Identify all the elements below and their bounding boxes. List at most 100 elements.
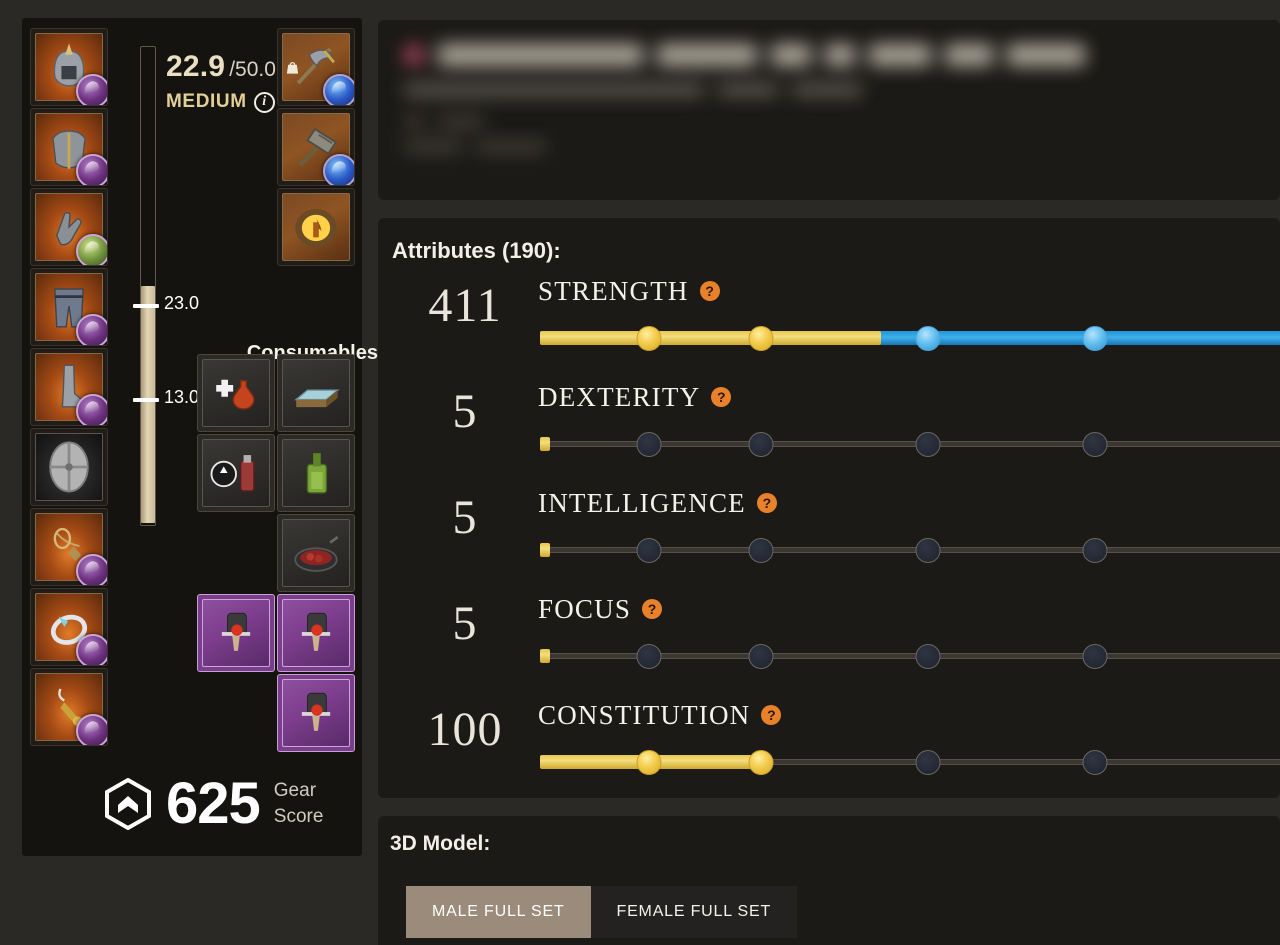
slot-shield[interactable] — [30, 428, 108, 506]
attribute-constitution-slider[interactable] — [538, 744, 1280, 780]
tab-male-full-set[interactable]: MALE FULL SET — [406, 886, 591, 938]
slot-art-tonic — [202, 439, 270, 507]
attribute-focus-node-3[interactable] — [915, 644, 940, 669]
blurred-meta-row-2 — [404, 141, 1254, 152]
attribute-constitution-help-icon[interactable]: ? — [761, 705, 781, 725]
weight-tick-0 — [133, 304, 159, 308]
gem-badge-purple[interactable] — [76, 314, 108, 346]
weight-summary: 22.9 /50.0 MEDIUM i — [166, 50, 300, 113]
attribute-dexterity-node-2[interactable] — [748, 432, 773, 457]
attribute-intelligence-node-2[interactable] — [748, 538, 773, 563]
attribute-strength-label-row: STRENGTH? — [538, 274, 1280, 308]
attribute-intelligence-node-4[interactable] — [1082, 538, 1107, 563]
attribute-constitution-node-3[interactable] — [915, 750, 940, 775]
attribute-constitution-node-2[interactable] — [748, 750, 773, 775]
slot-art-trophy — [202, 599, 270, 667]
attribute-dexterity-node-3[interactable] — [915, 432, 940, 457]
attribute-intelligence-node-3[interactable] — [915, 538, 940, 563]
attribute-intelligence-help-icon[interactable]: ? — [757, 493, 777, 513]
info-icon[interactable]: i — [254, 92, 275, 113]
weight-icon — [285, 61, 300, 81]
gem-badge-purple[interactable] — [76, 154, 108, 186]
weight-tick-label-1: 13.0 — [164, 388, 199, 406]
attribute-dexterity-label-row: DEXTERITY? — [538, 380, 1280, 414]
attribute-intelligence-label: INTELLIGENCE — [538, 488, 746, 519]
slot-ring[interactable] — [30, 588, 108, 666]
attribute-focus-node-2[interactable] — [748, 644, 773, 669]
gem-badge-purple[interactable] — [76, 394, 108, 426]
hexagon-gearscore-icon — [104, 778, 152, 830]
slot-weapon-tertiary[interactable] — [277, 188, 355, 266]
attribute-strength-node-3[interactable] — [915, 326, 940, 351]
slot-helmet[interactable] — [30, 28, 108, 106]
slot-art-whetstone — [282, 359, 350, 427]
attribute-strength-help-icon[interactable]: ? — [700, 281, 720, 301]
attribute-intelligence-slider[interactable] — [538, 532, 1280, 568]
attribute-focus-slider[interactable] — [538, 638, 1280, 674]
model-title: 3D Model: — [390, 832, 490, 856]
gem-badge-purple[interactable] — [76, 554, 108, 586]
attributes-panel: Attributes (190): 411STRENGTH?5DEXTERITY… — [378, 218, 1280, 798]
slot-amulet[interactable] — [30, 508, 108, 586]
attribute-constitution-node-4[interactable] — [1082, 750, 1107, 775]
attribute-intelligence-body: INTELLIGENCE? — [538, 486, 1280, 568]
gem-badge-blue[interactable] — [323, 154, 355, 186]
slot-trophy-3[interactable] — [277, 674, 355, 752]
gem-badge-purple[interactable] — [76, 714, 108, 746]
attribute-strength-slider[interactable] — [538, 320, 1280, 356]
weight-max: /50.0 — [229, 58, 276, 82]
slot-gloves[interactable] — [30, 188, 108, 266]
gem-badge-green[interactable] — [76, 234, 108, 266]
gem-badge-purple[interactable] — [76, 74, 108, 106]
slot-trophy-2[interactable] — [277, 594, 355, 672]
weight-current: 22.9 — [166, 50, 225, 84]
weight-tick-label-0: 23.0 — [164, 294, 199, 312]
weight-class-label: MEDIUM — [166, 91, 247, 113]
attribute-focus-value: 5 — [400, 600, 530, 648]
model-panel: 3D Model: MALE FULL SETFEMALE FULL SET — [378, 816, 1280, 945]
slot-earring[interactable] — [30, 668, 108, 746]
consumable-tonic[interactable] — [197, 434, 275, 512]
consumable-health-potion[interactable] — [197, 354, 275, 432]
attribute-strength-label: STRENGTH — [538, 276, 689, 307]
slider-fill-gold — [540, 437, 550, 451]
attribute-intelligence-node-1[interactable] — [637, 538, 662, 563]
build-header-blurred — [378, 20, 1280, 200]
attribute-strength-node-1[interactable] — [637, 326, 662, 351]
weight-bar: 23.013.0 — [138, 46, 160, 526]
attribute-strength-node-2[interactable] — [748, 326, 773, 351]
attribute-strength: 411STRENGTH? — [378, 274, 1280, 380]
attribute-constitution-node-1[interactable] — [637, 750, 662, 775]
attribute-dexterity-slider[interactable] — [538, 426, 1280, 462]
attribute-strength-node-4[interactable] — [1082, 326, 1107, 351]
slot-boots[interactable] — [30, 348, 108, 426]
attribute-focus-node-1[interactable] — [637, 644, 662, 669]
attribute-focus-node-4[interactable] — [1082, 644, 1107, 669]
consumable-oil[interactable] — [277, 434, 355, 512]
gear-panel: 23.013.0 22.9 /50.0 MEDIUM i Consumables — [22, 18, 362, 856]
attribute-dexterity-node-1[interactable] — [637, 432, 662, 457]
consumable-food[interactable] — [277, 514, 355, 592]
slot-weapon-secondary[interactable] — [277, 108, 355, 186]
consumable-whetstone[interactable] — [277, 354, 355, 432]
blurred-meta-row-1 — [404, 116, 1254, 127]
slot-trophy-1[interactable] — [197, 594, 275, 672]
slider-fill-gold — [540, 331, 881, 345]
attribute-dexterity-help-icon[interactable]: ? — [711, 387, 731, 407]
tab-female-full-set[interactable]: FEMALE FULL SET — [591, 886, 798, 938]
attribute-constitution-label-row: CONSTITUTION? — [538, 698, 1280, 732]
slot-art-trophy — [282, 599, 350, 667]
slot-pants[interactable] — [30, 268, 108, 346]
attribute-dexterity-node-4[interactable] — [1082, 432, 1107, 457]
attribute-intelligence-label-row: INTELLIGENCE? — [538, 486, 1280, 520]
slider-fill-gold — [540, 649, 550, 663]
attribute-focus-help-icon[interactable]: ? — [642, 599, 662, 619]
gear-score-label: Gear Score — [274, 778, 324, 829]
attribute-constitution-value: 100 — [400, 706, 530, 754]
gem-badge-purple[interactable] — [76, 634, 108, 666]
slot-chest[interactable] — [30, 108, 108, 186]
weight-tick-1 — [133, 398, 159, 402]
weight-fill — [141, 286, 155, 523]
slot-art-fire-staff — [282, 193, 350, 261]
gem-badge-blue[interactable] — [323, 74, 355, 106]
